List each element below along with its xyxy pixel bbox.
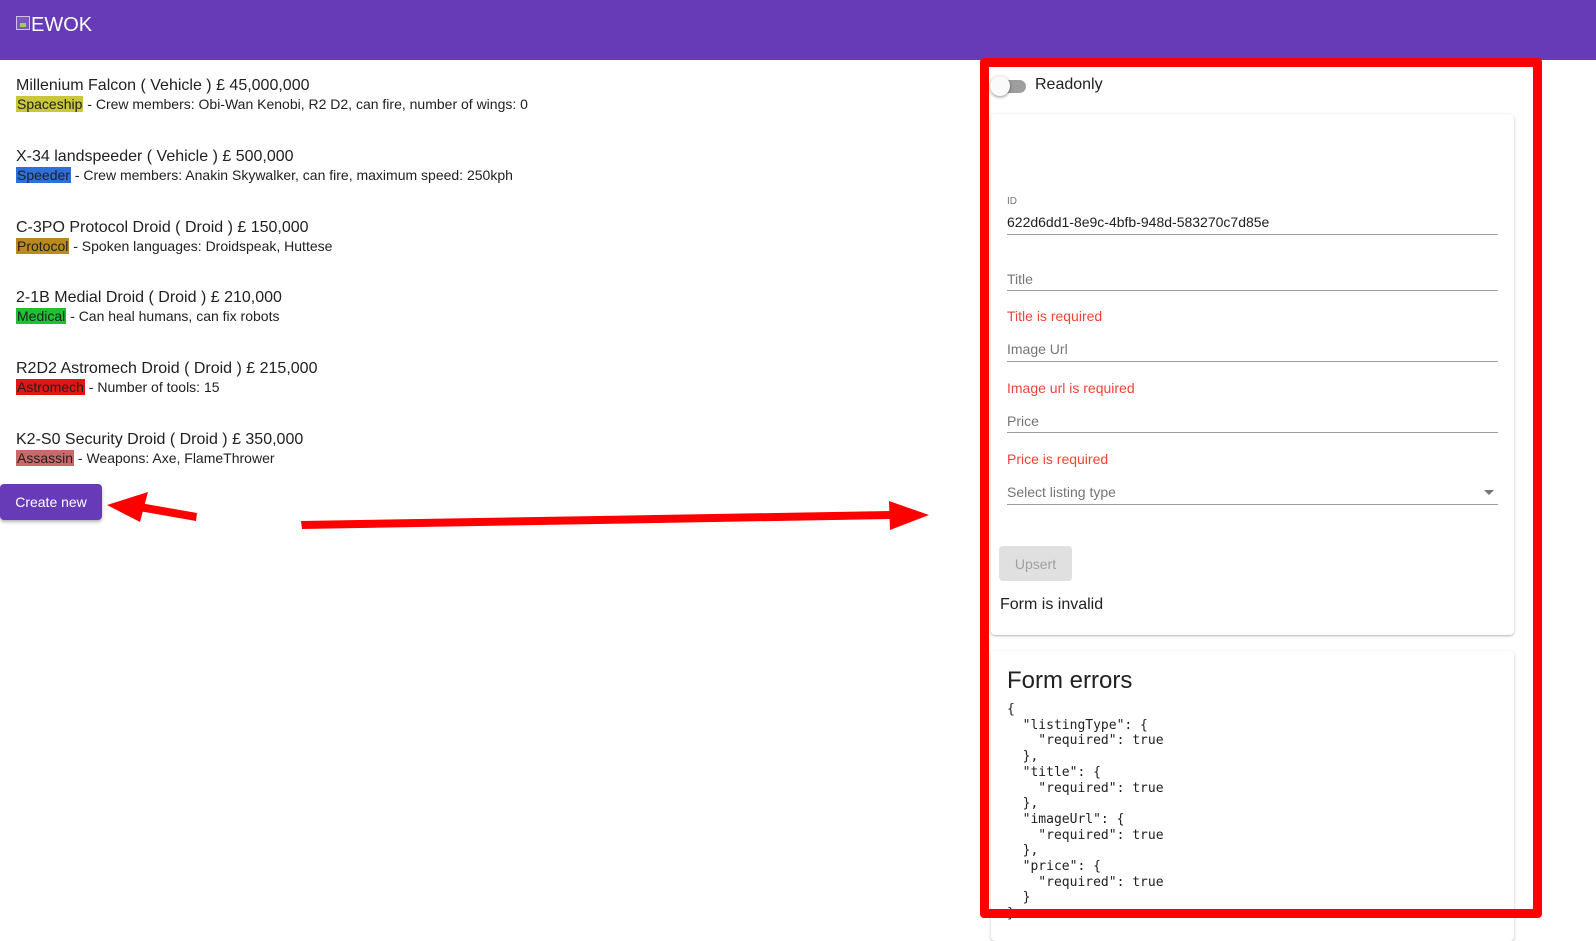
image-url-input[interactable]: Image Url: [1007, 341, 1498, 363]
id-value: 622d6dd1-8e9c-4bfb-948d-583270c7d85e: [1007, 214, 1270, 230]
price-error: Price is required: [1007, 451, 1498, 469]
image-url-placeholder: Image Url: [1007, 341, 1068, 357]
arrow-left-shaft: [139, 503, 197, 521]
dropdown-caret-icon: [1484, 490, 1494, 495]
form-status: Form is invalid: [1000, 596, 1104, 613]
title-error-text: Title is required: [1007, 308, 1103, 324]
readonly-toggle[interactable]: [990, 76, 1030, 96]
price-placeholder: Price: [1007, 413, 1039, 429]
price-error-text: Price is required: [1007, 451, 1109, 467]
listing-type-select[interactable]: Select listing type: [1007, 483, 1498, 505]
id-field[interactable]: ID 622d6dd1-8e9c-4bfb-948d-583270c7d85e: [1007, 196, 1498, 236]
listing-type-underline: [1007, 504, 1498, 505]
listing-type-placeholder: Select listing type: [1007, 484, 1116, 500]
title-placeholder: Title: [1007, 271, 1033, 287]
arrow-left-head: [107, 492, 148, 522]
listing-form-card: ID 622d6dd1-8e9c-4bfb-948d-583270c7d85e …: [991, 114, 1514, 635]
toggle-thumb: [990, 76, 1010, 96]
title-error: Title is required: [1007, 308, 1498, 326]
readonly-label: Readonly: [1035, 76, 1103, 93]
form-errors-card: Form errors { "listingType": { "required…: [991, 651, 1514, 941]
arrow-right-head: [889, 501, 929, 530]
title-input[interactable]: Title: [1007, 270, 1498, 292]
title-underline: [1007, 290, 1498, 291]
form-errors-title: Form errors: [1007, 667, 1133, 694]
image-url-error: Image url is required: [1007, 380, 1498, 398]
image-url-underline: [1007, 361, 1498, 362]
price-input[interactable]: Price: [1007, 412, 1498, 434]
price-underline: [1007, 432, 1498, 433]
form-errors-json: { "listingType": { "required": true }, "…: [1007, 702, 1164, 922]
id-underline: [1007, 234, 1498, 235]
upsert-button[interactable]: Upsert: [999, 546, 1072, 581]
arrow-right-shaft: [301, 511, 892, 529]
image-url-error-text: Image url is required: [1007, 380, 1135, 396]
id-label: ID: [1007, 196, 1017, 207]
